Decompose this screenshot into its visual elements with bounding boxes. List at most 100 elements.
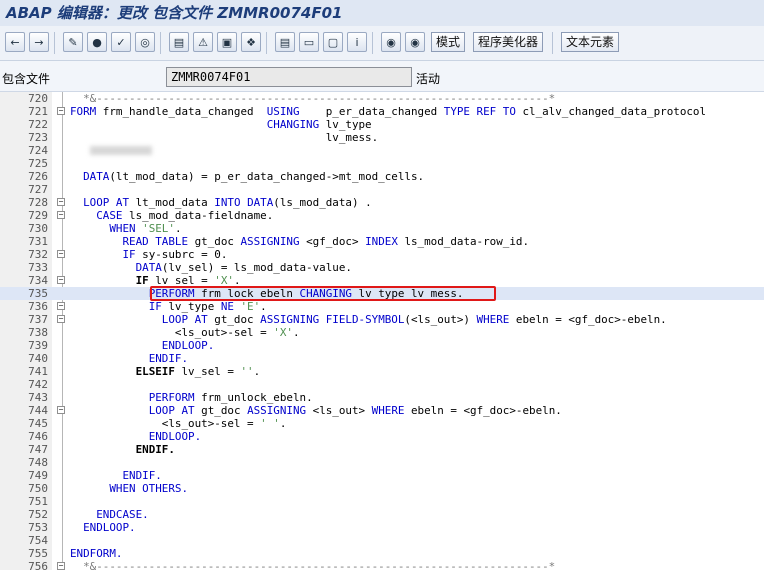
where-used-icon[interactable]: ⚠	[193, 32, 213, 52]
code-editor[interactable]: 720 *&----------------------------------…	[0, 92, 764, 570]
code-line[interactable]: 731 READ TABLE gt_doc ASSIGNING <gf_doc>…	[0, 235, 764, 248]
line-number: 744	[28, 404, 48, 417]
code-line[interactable]: 732 − IF sy-subrc = 0.	[0, 248, 764, 261]
code-line[interactable]: 728 − LOOP AT lt_mod_data INTO DATA(ls_mo…	[0, 196, 764, 209]
code-line[interactable]: 755 ENDFORM.	[0, 547, 764, 560]
code-token: IF	[148, 300, 169, 313]
code-text: DATA(lt_mod_data) = p_er_data_changed->m…	[70, 170, 424, 183]
back-arrow-icon[interactable]: ←	[5, 32, 25, 52]
code-line[interactable]: 746 ENDLOOP.	[0, 430, 764, 443]
pretty-printer-button[interactable]: 程序美化器	[473, 32, 544, 52]
breakpoint-icon[interactable]: ◉	[381, 32, 401, 52]
fold-toggle-icon[interactable]: −	[57, 276, 65, 284]
code-line[interactable]: 729 − CASE ls_mod_data-fieldname.	[0, 209, 764, 222]
code-line[interactable]: 721 − FORM frm_handle_data_changed USING p…	[0, 105, 764, 118]
code-line[interactable]: 723 lv_mess.	[0, 131, 764, 144]
toolbar-separator	[372, 32, 373, 54]
forward-arrow-icon[interactable]: →	[29, 32, 49, 52]
code-line[interactable]: 752 ENDCASE.	[0, 508, 764, 521]
code-line[interactable]: 751	[0, 495, 764, 508]
code-line[interactable]: 748	[0, 456, 764, 469]
display-change-icon[interactable]: ✎	[63, 32, 83, 52]
code-line[interactable]: 754	[0, 534, 764, 547]
code-text: ENDLOOP.	[70, 339, 214, 352]
code-text: ENDCASE.	[70, 508, 148, 521]
session-breakpoint-icon[interactable]: ◉	[405, 32, 425, 52]
code-line[interactable]: 738 <ls_out>-sel = 'X'.	[0, 326, 764, 339]
info-icon[interactable]: i	[347, 32, 367, 52]
code-token: WHERE	[371, 404, 411, 417]
code-text: <ls_out>-sel = ' '.	[70, 417, 287, 430]
code-token: <ls_out>-sel =	[70, 326, 274, 339]
code-line[interactable]: 724	[0, 144, 764, 157]
fold-toggle-icon[interactable]: −	[57, 302, 65, 310]
code-token: ELSEIF	[135, 365, 182, 378]
toolbar-separator	[552, 32, 553, 54]
fold-toggle-icon[interactable]: −	[57, 406, 65, 414]
code-line[interactable]: 756 − *&---------------------------------…	[0, 560, 764, 570]
code-line[interactable]: 745 <ls_out>-sel = ' '.	[0, 417, 764, 430]
display-object-icon[interactable]: ▣	[217, 32, 237, 52]
code-token: gt_doc	[194, 235, 241, 248]
code-text: ENDLOOP.	[70, 430, 201, 443]
code-text: LOOP AT lt_mod_data INTO DATA(ls_mod_dat…	[70, 196, 372, 209]
code-line[interactable]: 725	[0, 157, 764, 170]
code-line[interactable]: 727	[0, 183, 764, 196]
code-token: PERFORM	[148, 391, 202, 404]
navigate-icon[interactable]: ❖	[241, 32, 261, 52]
highlight-annotation-box	[150, 286, 496, 301]
line-number: 755	[28, 547, 48, 560]
code-line[interactable]: 747 ENDIF.	[0, 443, 764, 456]
code-line[interactable]: 740 ENDIF.	[0, 352, 764, 365]
line-number: 725	[28, 157, 48, 170]
code-line[interactable]: 744 − LOOP AT gt_doc ASSIGNING <ls_out> W…	[0, 404, 764, 417]
code-line[interactable]: 743 PERFORM frm_unlock_ebeln.	[0, 391, 764, 404]
code-line[interactable]: 722 CHANGING lv_type	[0, 118, 764, 131]
mode-button[interactable]: 模式	[431, 32, 466, 52]
code-line[interactable]: 741 ELSEIF lv_sel = ''.	[0, 365, 764, 378]
line-number: 740	[28, 352, 48, 365]
split-screen-icon[interactable]: ▭	[299, 32, 319, 52]
code-line[interactable]: 739 ENDLOOP.	[0, 339, 764, 352]
code-token: frm_unlock_ebeln.	[201, 391, 313, 404]
code-token: *&--------------------------------------…	[70, 560, 556, 570]
code-token: (lt_mod_data) = p_er_data_changed->mt_mo…	[109, 170, 425, 183]
code-token: FORM	[70, 105, 103, 118]
fold-toggle-icon[interactable]: −	[57, 107, 65, 115]
fold-toggle-icon[interactable]: −	[57, 211, 65, 219]
toolbar-separator	[54, 32, 55, 54]
fold-toggle-icon[interactable]: −	[57, 315, 65, 323]
include-info-bar: 包含文件 ZMMR0074F01 活动	[0, 61, 764, 92]
object-list-icon[interactable]: ▤	[169, 32, 189, 52]
code-line[interactable]: 750 WHEN OTHERS.	[0, 482, 764, 495]
fold-toggle-icon[interactable]: −	[57, 198, 65, 206]
code-line[interactable]: 726 DATA(lt_mod_data) = p_er_data_change…	[0, 170, 764, 183]
code-line[interactable]: 720 *&----------------------------------…	[0, 92, 764, 105]
fullscreen-icon[interactable]: ▢	[323, 32, 343, 52]
text-elements-button[interactable]: 文本元素	[561, 32, 620, 52]
hierarchy-icon[interactable]: ▤	[275, 32, 295, 52]
activate-icon[interactable]: ●	[87, 32, 107, 52]
code-token: 'SEL'	[142, 222, 175, 235]
target-icon[interactable]: ◎	[135, 32, 155, 52]
fold-toggle-icon[interactable]: −	[57, 250, 65, 258]
code-line[interactable]: 733 DATA(lv_sel) = ls_mod_data-value.	[0, 261, 764, 274]
code-token: ' '	[260, 417, 280, 430]
code-text: ENDFORM.	[70, 547, 122, 560]
code-line[interactable]: 736 − IF lv_type NE 'E'.	[0, 300, 764, 313]
code-line[interactable]: 730 WHEN 'SEL'.	[0, 222, 764, 235]
code-token: LOOP AT	[83, 196, 136, 209]
code-line[interactable]: 737 − LOOP AT gt_doc ASSIGNING FIELD-SYMB…	[0, 313, 764, 326]
code-line[interactable]: 749 ENDIF.	[0, 469, 764, 482]
check-icon[interactable]: ✓	[111, 32, 131, 52]
fold-toggle-icon[interactable]: −	[57, 562, 65, 570]
code-line[interactable]: 742	[0, 378, 764, 391]
toolbar-separator	[160, 32, 161, 54]
code-line[interactable]: 753 ENDLOOP.	[0, 521, 764, 534]
line-number: 732	[28, 248, 48, 261]
line-number: 747	[28, 443, 48, 456]
code-token: gt_doc	[201, 404, 248, 417]
